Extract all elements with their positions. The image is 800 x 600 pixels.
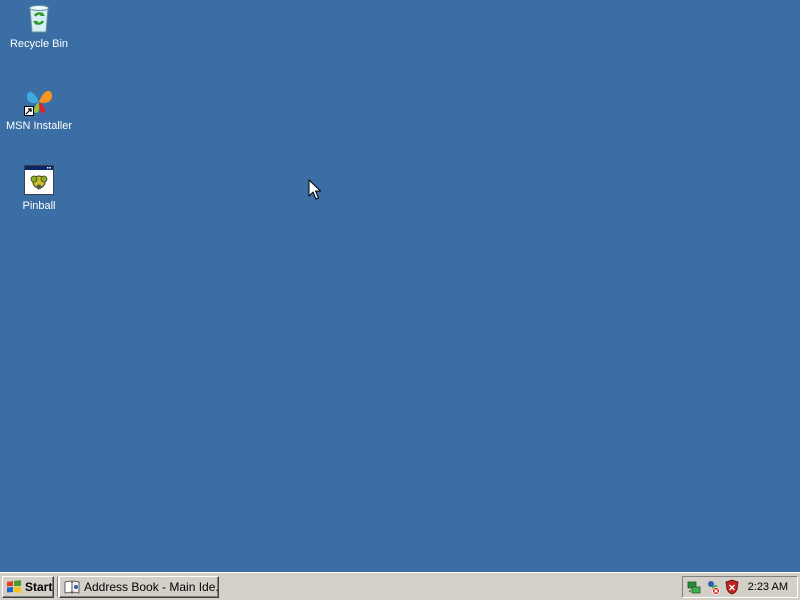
address-book-icon (64, 580, 80, 594)
desktop-icon-pinball[interactable]: Pinball (0, 164, 78, 213)
task-label: Address Book - Main Ide... (84, 580, 219, 594)
start-label: Start (25, 580, 53, 594)
recycle-bin-icon (23, 2, 55, 34)
taskbar-button-address-book[interactable]: Address Book - Main Ide... (59, 576, 219, 598)
mouse-cursor-icon (308, 179, 321, 200)
network-icon[interactable] (686, 579, 702, 595)
shield-icon[interactable] (724, 579, 740, 595)
clock[interactable]: 2:23 AM (748, 581, 788, 593)
pinball-app-icon (23, 164, 55, 196)
desktop-icon-label: MSN Installer (5, 120, 73, 132)
desktop-icon-label: Recycle Bin (9, 38, 69, 50)
windows-logo-icon (7, 580, 21, 593)
start-button[interactable]: Start (2, 576, 54, 598)
desktop-icon-recycle-bin[interactable]: Recycle Bin (0, 2, 78, 51)
desktop[interactable]: Recycle Bin MSN Installer Pinball (0, 0, 800, 572)
msn-butterfly-icon (23, 84, 55, 116)
desktop-icon-msn-installer[interactable]: MSN Installer (0, 84, 78, 133)
taskbar: Start Address Book - Main Ide... 2:23 AM (0, 572, 800, 600)
desktop-icon-label: Pinball (22, 200, 56, 212)
system-tray: 2:23 AM (682, 576, 798, 598)
security-alert-icon[interactable] (705, 579, 721, 595)
shortcut-arrow-icon (24, 106, 34, 116)
